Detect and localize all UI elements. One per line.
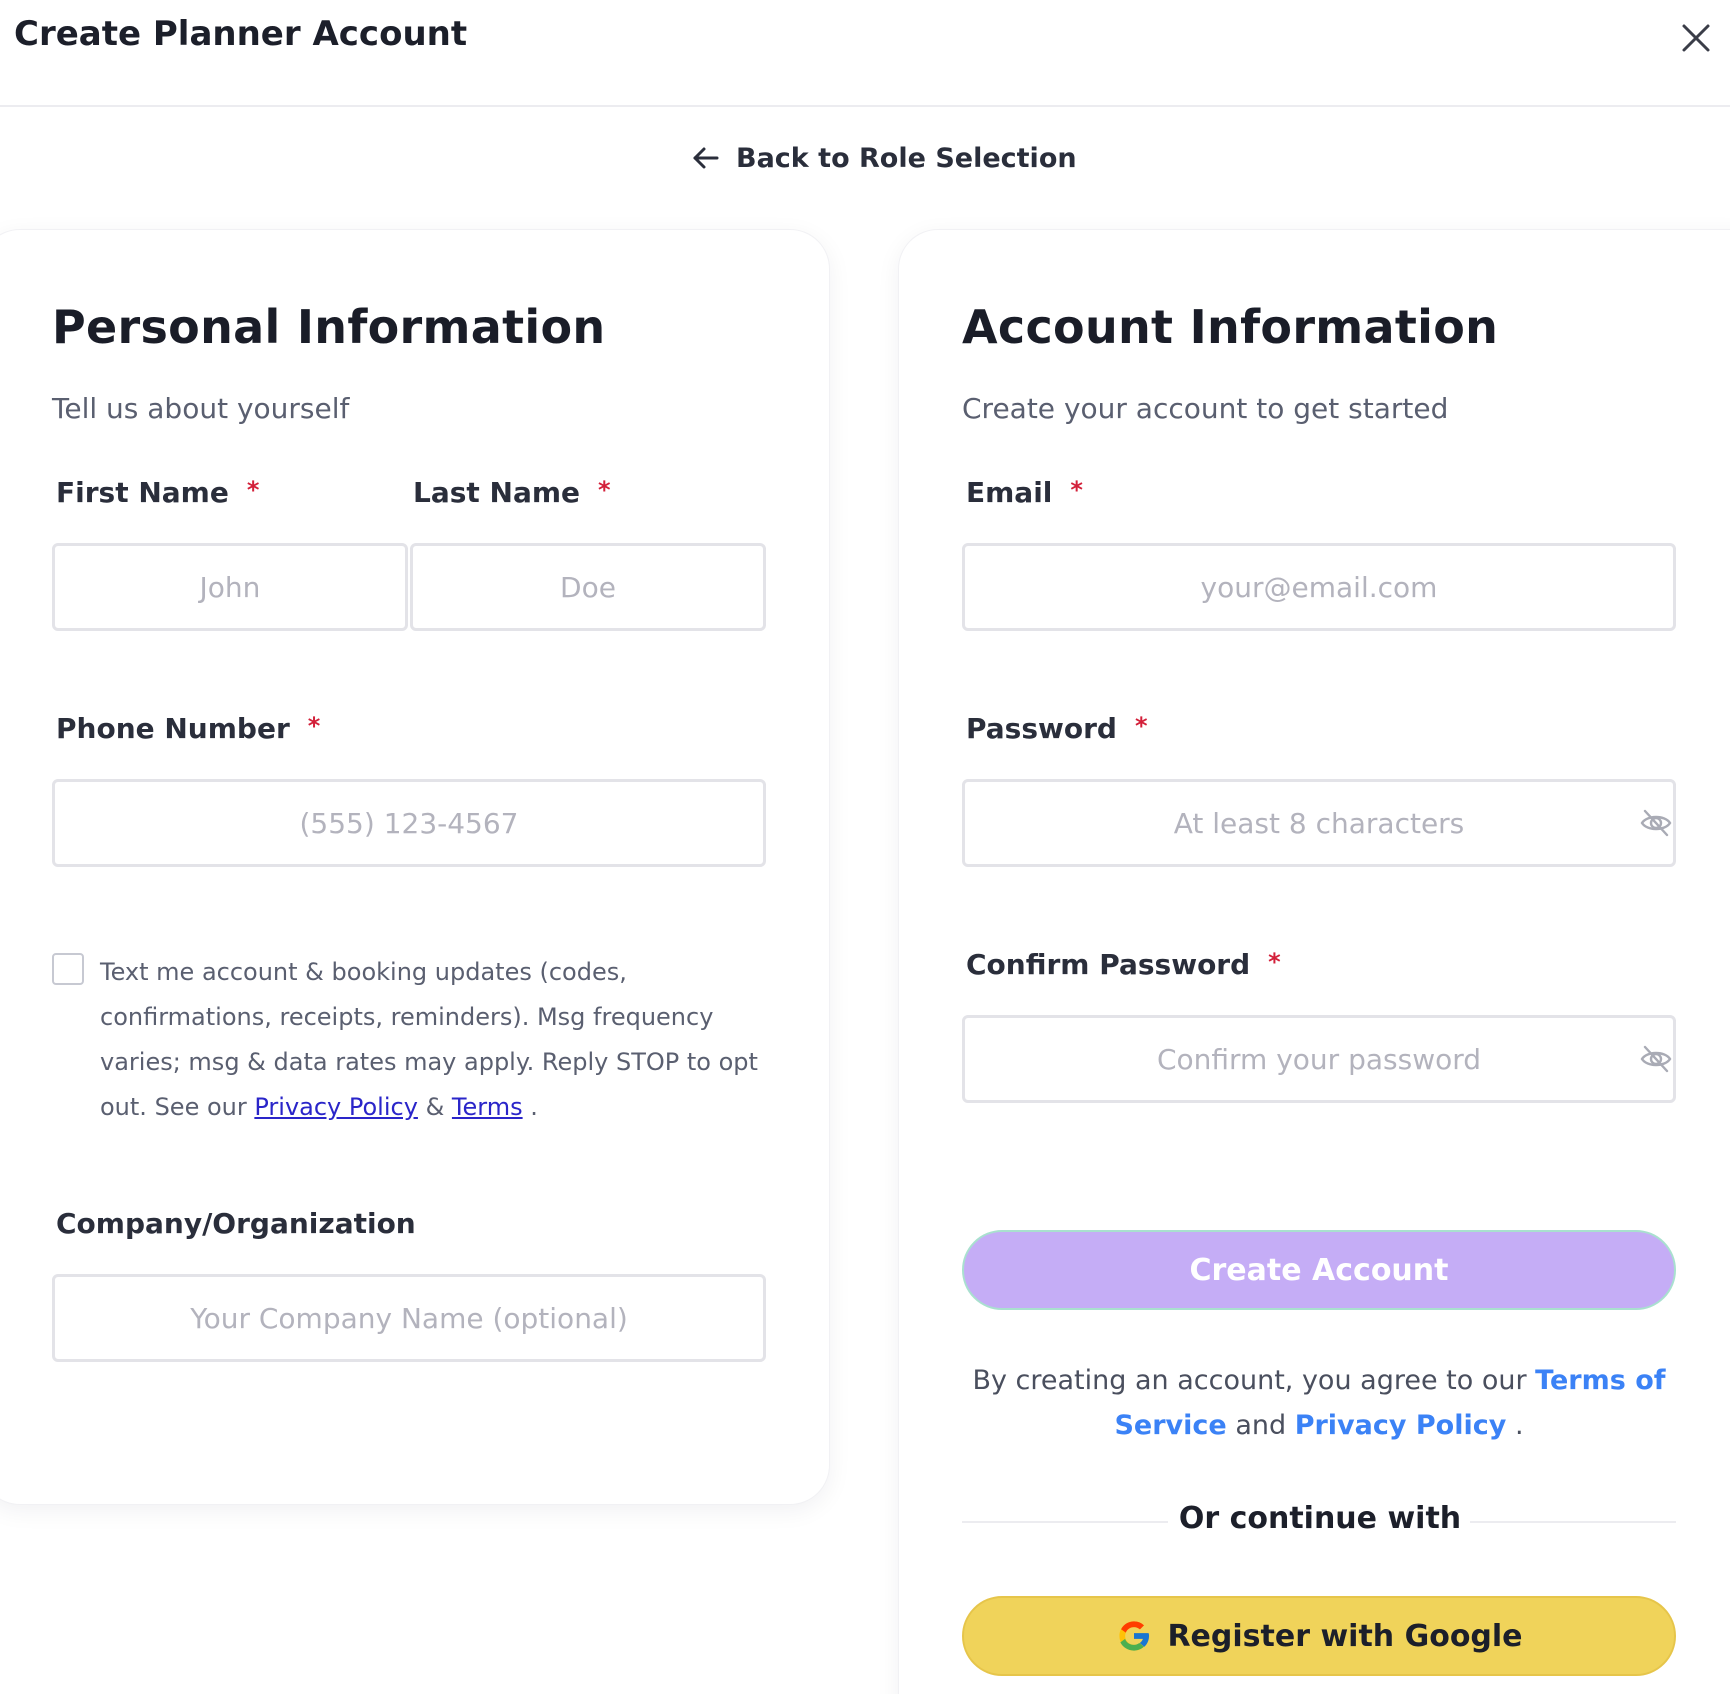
terms-agreement-text: By creating an account, you agree to our… bbox=[962, 1358, 1676, 1448]
phone-label-text: Phone Number bbox=[56, 712, 290, 745]
last-name-label-text: Last Name bbox=[413, 476, 581, 509]
email-label: Email * bbox=[966, 476, 1083, 509]
modal-header: Create Planner Account bbox=[0, 0, 1730, 107]
google-button-label: Register with Google bbox=[1167, 1618, 1523, 1654]
eye-off-icon[interactable] bbox=[1639, 806, 1673, 840]
email-label-text: Email bbox=[966, 476, 1053, 509]
first-name-label-text: First Name bbox=[56, 476, 229, 509]
back-to-role-selection-link[interactable]: Back to Role Selection bbox=[690, 138, 1077, 178]
first-name-label: First Name * bbox=[56, 476, 259, 509]
create-account-button[interactable]: Create Account bbox=[962, 1230, 1676, 1310]
required-asterisk: * bbox=[1268, 948, 1281, 976]
email-input[interactable] bbox=[962, 543, 1676, 631]
personal-section-subtitle: Tell us about yourself bbox=[52, 392, 350, 425]
privacy-policy-link[interactable]: Privacy Policy bbox=[1295, 1410, 1507, 1441]
close-button[interactable] bbox=[1676, 18, 1716, 58]
required-asterisk: * bbox=[246, 476, 260, 504]
eye-off-icon[interactable] bbox=[1639, 1042, 1673, 1076]
last-name-label: Last Name * bbox=[413, 476, 611, 509]
confirm-password-input[interactable] bbox=[962, 1015, 1676, 1103]
terms-and: and bbox=[1235, 1410, 1287, 1441]
required-asterisk: * bbox=[307, 712, 321, 740]
account-section-subtitle: Create your account to get started bbox=[962, 392, 1449, 425]
required-asterisk: * bbox=[1070, 476, 1083, 504]
sms-consent-checkbox[interactable] bbox=[52, 953, 84, 985]
close-icon bbox=[1682, 24, 1710, 52]
password-label: Password * bbox=[966, 712, 1148, 745]
required-asterisk: * bbox=[1134, 712, 1148, 740]
divider-left bbox=[962, 1521, 1168, 1523]
password-input[interactable] bbox=[962, 779, 1676, 867]
personal-section-title: Personal Information bbox=[52, 300, 606, 354]
consent-terms-link[interactable]: Terms bbox=[452, 1093, 523, 1121]
confirm-password-label-text: Confirm Password bbox=[966, 948, 1251, 981]
google-logo-icon bbox=[1119, 1621, 1150, 1651]
consent-end: . bbox=[530, 1093, 538, 1121]
phone-input[interactable] bbox=[52, 779, 766, 867]
modal-title: Create Planner Account bbox=[14, 14, 468, 54]
confirm-password-label: Confirm Password * bbox=[966, 948, 1281, 981]
consent-amp: & bbox=[425, 1093, 445, 1121]
arrow-left-icon bbox=[693, 147, 719, 169]
divider-right bbox=[1470, 1521, 1676, 1523]
consent-privacy-link[interactable]: Privacy Policy bbox=[254, 1093, 418, 1121]
terms-prefix: By creating an account, you agree to our bbox=[972, 1365, 1527, 1396]
first-name-input[interactable] bbox=[52, 543, 408, 631]
required-asterisk: * bbox=[598, 476, 611, 504]
last-name-input[interactable] bbox=[410, 543, 766, 631]
register-with-google-button[interactable]: Register with Google bbox=[962, 1596, 1676, 1676]
company-label-text: Company/Organization bbox=[56, 1207, 416, 1240]
company-input[interactable] bbox=[52, 1274, 766, 1362]
terms-end: . bbox=[1514, 1410, 1524, 1441]
phone-label: Phone Number * bbox=[56, 712, 320, 745]
sms-consent-text: Text me account & booking updates (codes… bbox=[100, 950, 760, 1130]
password-label-text: Password bbox=[966, 712, 1117, 745]
or-continue-with-text: Or continue with bbox=[1178, 1501, 1462, 1536]
company-label: Company/Organization bbox=[56, 1207, 416, 1240]
back-link-label: Back to Role Selection bbox=[736, 142, 1077, 174]
account-section-title: Account Information bbox=[962, 300, 1499, 354]
